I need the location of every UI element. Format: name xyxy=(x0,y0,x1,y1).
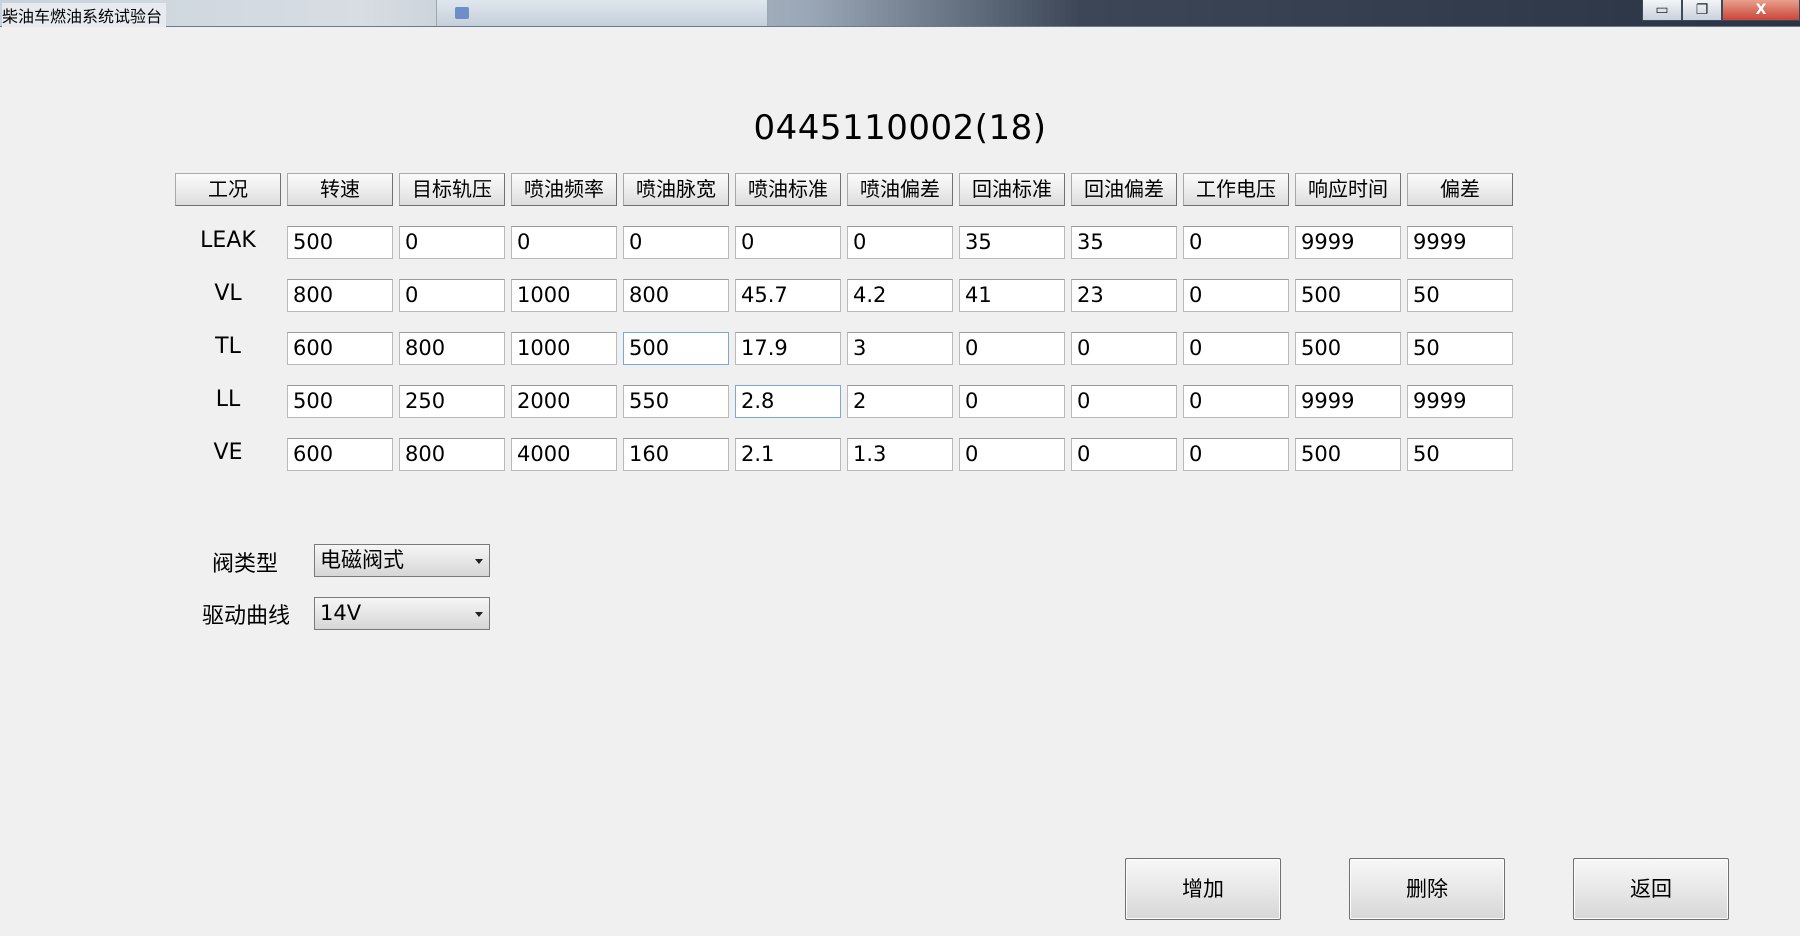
dropdown-arrow-icon[interactable] xyxy=(475,612,483,617)
browser-tab-icon xyxy=(455,7,469,19)
column-header-speed[interactable]: 转速 xyxy=(287,173,393,206)
table-cell[interactable]: 0 xyxy=(399,279,505,312)
table-cell[interactable]: 250 xyxy=(399,385,505,418)
column-header-response-time[interactable]: 响应时间 xyxy=(1295,173,1401,206)
table-cell[interactable]: 0 xyxy=(399,226,505,259)
table-cell[interactable]: 500 xyxy=(287,385,393,418)
table-cell[interactable]: 600 xyxy=(287,438,393,471)
delete-button[interactable]: 删除 xyxy=(1349,858,1505,920)
restore-button[interactable]: ❐ xyxy=(1682,0,1722,21)
table-cell[interactable]: 4.2 xyxy=(847,279,953,312)
table-cell[interactable]: 17.9 xyxy=(735,332,841,365)
table-cell[interactable]: 500 xyxy=(1295,332,1401,365)
row-label: TL xyxy=(215,334,241,359)
table-cell[interactable]: 4000 xyxy=(511,438,617,471)
table-cell[interactable]: 0 xyxy=(959,438,1065,471)
page-heading: 0445110002(18) xyxy=(0,108,1800,148)
window-title: 柴油车燃油系统试验台 xyxy=(2,3,167,27)
table-cell[interactable]: 0 xyxy=(1071,385,1177,418)
table-cell[interactable]: 2.8 xyxy=(735,385,841,418)
table-cell[interactable]: 1.3 xyxy=(847,438,953,471)
title-bar: 柴油车燃油系统试验台 ▭ ❐ X xyxy=(0,0,1800,27)
table-cell[interactable]: 0 xyxy=(1183,385,1289,418)
background-tab xyxy=(436,0,768,26)
close-button[interactable]: X xyxy=(1722,0,1800,21)
table-cell[interactable]: 0 xyxy=(1071,438,1177,471)
column-header-return-deviation[interactable]: 回油偏差 xyxy=(1071,173,1177,206)
table-cell[interactable]: 9999 xyxy=(1407,385,1513,418)
table-cell[interactable]: 0 xyxy=(511,226,617,259)
row-label: LL xyxy=(215,387,241,412)
table-cell[interactable]: 0 xyxy=(1071,332,1177,365)
table-cell[interactable]: 0 xyxy=(1183,279,1289,312)
table-cell[interactable]: 0 xyxy=(959,385,1065,418)
table-cell[interactable]: 35 xyxy=(959,226,1065,259)
column-header-return-standard[interactable]: 回油标准 xyxy=(959,173,1065,206)
row-label: VE xyxy=(213,440,243,465)
minimize-button[interactable]: ▭ xyxy=(1642,0,1682,21)
valve-type-value: 电磁阀式 xyxy=(320,548,404,572)
column-header-injection-pulse-width[interactable]: 喷油脉宽 xyxy=(623,173,729,206)
dropdown-arrow-icon[interactable] xyxy=(475,559,483,564)
table-cell[interactable]: 800 xyxy=(623,279,729,312)
table-cell[interactable]: 2.1 xyxy=(735,438,841,471)
table-cell[interactable]: 800 xyxy=(399,438,505,471)
table-cell[interactable]: 3 xyxy=(847,332,953,365)
table-cell[interactable]: 2000 xyxy=(511,385,617,418)
table-cell[interactable]: 1000 xyxy=(511,279,617,312)
table-cell[interactable]: 41 xyxy=(959,279,1065,312)
table-cell[interactable]: 1000 xyxy=(511,332,617,365)
table-cell[interactable]: 0 xyxy=(623,226,729,259)
table-cell[interactable]: 800 xyxy=(287,279,393,312)
table-cell[interactable]: 50 xyxy=(1407,332,1513,365)
row-label: VL xyxy=(214,281,242,306)
table-cell[interactable]: 2 xyxy=(847,385,953,418)
column-header-deviation[interactable]: 偏差 xyxy=(1407,173,1513,206)
back-button[interactable]: 返回 xyxy=(1573,858,1729,920)
drive-curve-value: 14V xyxy=(320,601,362,625)
table-cell[interactable]: 500 xyxy=(287,226,393,259)
valve-type-label: 阀类型 xyxy=(212,552,279,577)
table-cell[interactable]: 35 xyxy=(1071,226,1177,259)
add-button[interactable]: 增加 xyxy=(1125,858,1281,920)
table-cell[interactable]: 500 xyxy=(623,332,729,365)
drive-curve-select[interactable]: 14V xyxy=(314,597,490,630)
table-cell[interactable]: 50 xyxy=(1407,279,1513,312)
table-cell[interactable]: 45.7 xyxy=(735,279,841,312)
table-cell[interactable]: 500 xyxy=(1295,279,1401,312)
table-cell[interactable]: 9999 xyxy=(1295,226,1401,259)
row-label: LEAK xyxy=(200,228,256,253)
column-header-target-rail-pressure[interactable]: 目标轨压 xyxy=(399,173,505,206)
column-header-injection-standard[interactable]: 喷油标准 xyxy=(735,173,841,206)
column-header-working-voltage[interactable]: 工作电压 xyxy=(1183,173,1289,206)
table-cell[interactable]: 0 xyxy=(1183,332,1289,365)
table-cell[interactable]: 550 xyxy=(623,385,729,418)
column-header-condition[interactable]: 工况 xyxy=(175,173,281,206)
table-cell[interactable]: 500 xyxy=(1295,438,1401,471)
table-cell[interactable]: 800 xyxy=(399,332,505,365)
table-cell[interactable]: 23 xyxy=(1071,279,1177,312)
window-controls: ▭ ❐ X xyxy=(1642,0,1800,22)
table-cell[interactable]: 9999 xyxy=(1295,385,1401,418)
column-header-injection-frequency[interactable]: 喷油频率 xyxy=(511,173,617,206)
table-cell[interactable]: 0 xyxy=(847,226,953,259)
table-cell[interactable]: 0 xyxy=(959,332,1065,365)
valve-type-select[interactable]: 电磁阀式 xyxy=(314,544,490,577)
table-cell[interactable]: 160 xyxy=(623,438,729,471)
part-number-title: 0445110002(18) xyxy=(753,108,1047,148)
table-cell[interactable]: 0 xyxy=(1183,438,1289,471)
drive-curve-label: 驱动曲线 xyxy=(202,604,291,629)
table-cell[interactable]: 0 xyxy=(735,226,841,259)
table-cell[interactable]: 600 xyxy=(287,332,393,365)
table-cell[interactable]: 50 xyxy=(1407,438,1513,471)
column-header-injection-deviation[interactable]: 喷油偏差 xyxy=(847,173,953,206)
table-cell[interactable]: 0 xyxy=(1183,226,1289,259)
table-cell[interactable]: 9999 xyxy=(1407,226,1513,259)
